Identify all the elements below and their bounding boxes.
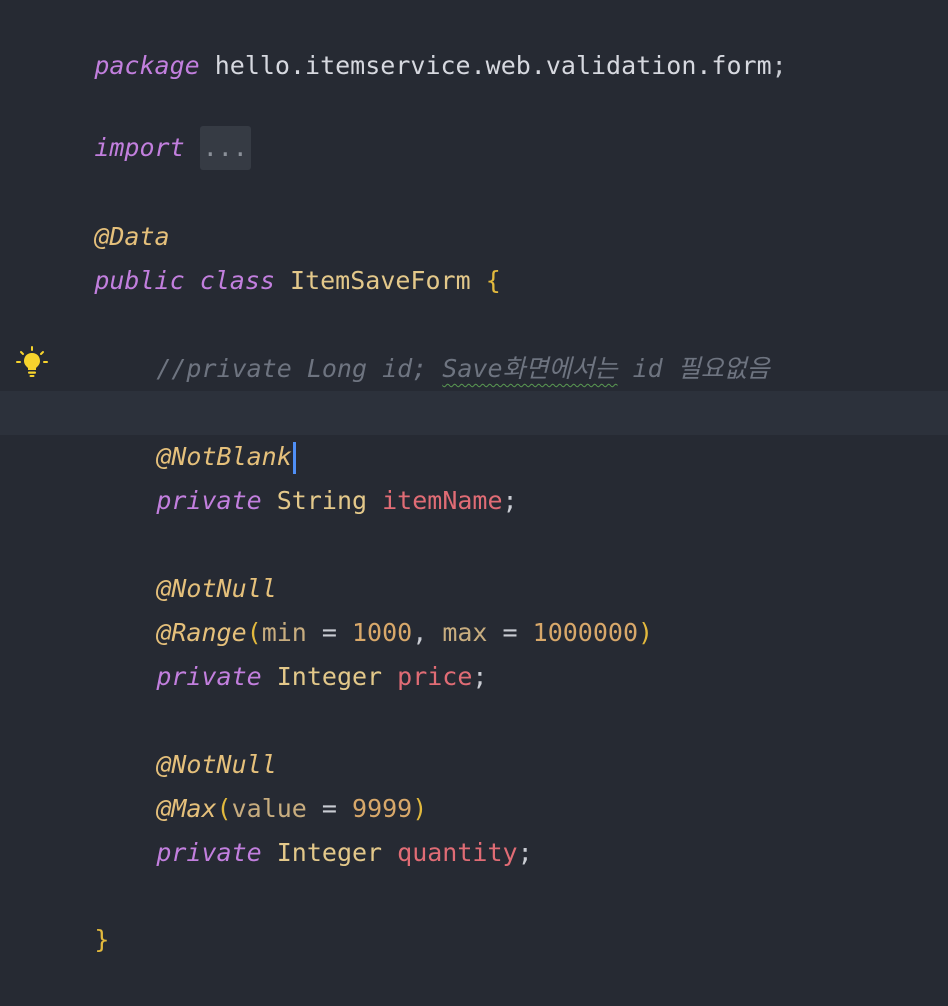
code-line-price[interactable]: private Integer price;	[0, 611, 948, 691]
private-keyword: private	[156, 486, 262, 515]
private-keyword: private	[156, 662, 262, 691]
import-keyword: import	[94, 133, 185, 162]
code-line-quantity[interactable]: private Integer quantity;	[0, 787, 948, 867]
field-name: price	[397, 662, 473, 691]
code-line-package[interactable]: package hello.itemservice.web.validation…	[0, 0, 948, 80]
code-line-notblank[interactable]: @NotBlank	[0, 391, 948, 474]
public-keyword: public	[94, 266, 185, 295]
code-editor[interactable]: package hello.itemservice.web.validation…	[0, 0, 948, 954]
field-type: Integer	[276, 662, 383, 691]
code-line-class-annotation[interactable]: @Data	[0, 171, 948, 251]
package-keyword: package	[94, 51, 200, 80]
code-line-itemname[interactable]: private String itemName;	[0, 435, 948, 515]
code-line-class-declaration[interactable]: public class ItemSaveForm {	[0, 215, 948, 295]
class-close-brace: }	[94, 925, 110, 954]
package-name: hello.itemservice.web.validation.form	[199, 51, 772, 80]
field-name: quantity	[397, 838, 518, 867]
code-line-close-brace[interactable]: }	[0, 874, 948, 954]
field-name: itemName	[382, 486, 503, 515]
field-type: String	[276, 486, 368, 515]
package-semicolon: ;	[771, 51, 787, 80]
code-line-comment[interactable]: //private Long id; Save화면에서는 id 필요없음	[0, 303, 948, 383]
comment-suffix: id 필요없음	[617, 354, 770, 383]
code-line-notnull-price[interactable]: @NotNull	[0, 523, 948, 603]
code-line-range[interactable]: @Range(min = 1000, max = 1000000)	[0, 567, 948, 647]
class-name: ItemSaveForm	[290, 266, 471, 295]
class-keyword: class	[199, 266, 275, 295]
field-type: Integer	[276, 838, 383, 867]
semicolon: ;	[517, 838, 533, 867]
code-line-import[interactable]: import ...	[0, 82, 948, 170]
private-keyword: private	[156, 838, 262, 867]
code-line-max[interactable]: @Max(value = 9999)	[0, 743, 948, 823]
lightbulb-icon[interactable]	[14, 344, 50, 380]
semicolon: ;	[502, 486, 518, 515]
class-open-brace: {	[485, 266, 501, 295]
comment-prefix: //private Long id;	[156, 354, 443, 383]
code-line-notnull-quantity[interactable]: @NotNull	[0, 699, 948, 779]
semicolon: ;	[472, 662, 488, 691]
folded-imports[interactable]: ...	[199, 126, 251, 170]
comment-typo-warning[interactable]: Save화면에서는	[442, 354, 617, 383]
